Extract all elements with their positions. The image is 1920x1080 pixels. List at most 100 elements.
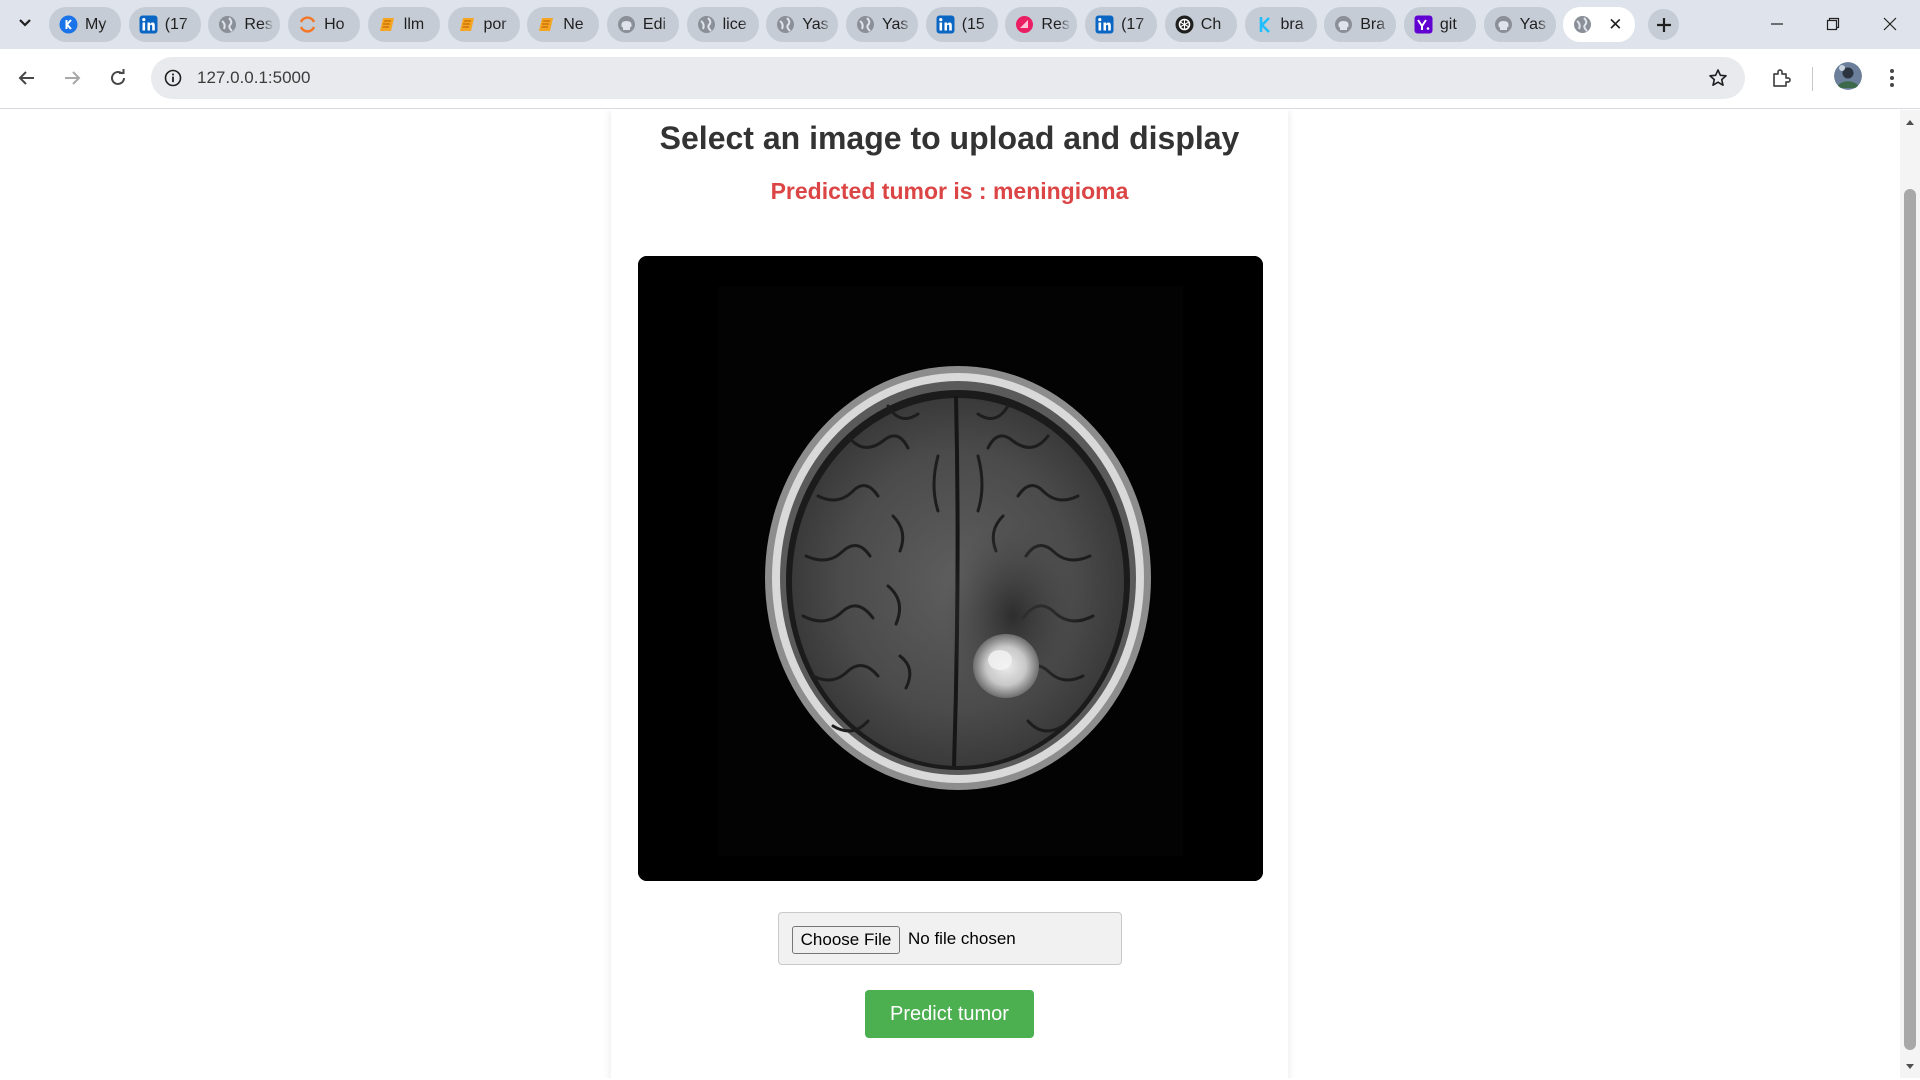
tab-title: git bbox=[1439, 15, 1457, 33]
puzzle-piece-icon bbox=[1773, 69, 1791, 87]
tab-title: bra bbox=[1280, 15, 1304, 33]
tab-title: llm bbox=[403, 15, 425, 33]
tab-title: (15 bbox=[961, 15, 985, 33]
new-tab-button[interactable] bbox=[1648, 9, 1679, 40]
choose-file-button[interactable]: Choose File bbox=[792, 926, 900, 954]
tab-title: Ch bbox=[1200, 15, 1222, 33]
toolbar-divider bbox=[1812, 67, 1813, 91]
globe-icon bbox=[1573, 15, 1592, 34]
page-scrollbar[interactable] bbox=[1900, 110, 1920, 1078]
browser-menu-button[interactable] bbox=[1876, 62, 1908, 94]
browser-tab[interactable]: llm bbox=[367, 7, 440, 42]
tab-strip: My (17 Res Ho llm por Ne Edi lice Yas Yas (15 Res (17… bbox=[0, 0, 1920, 49]
file-input[interactable]: Choose File No file chosen bbox=[778, 912, 1122, 965]
globe-icon bbox=[856, 15, 875, 34]
plus-icon bbox=[1656, 17, 1671, 32]
kaggle-icon bbox=[1255, 15, 1274, 34]
scroll-down-arrow[interactable] bbox=[1900, 1057, 1920, 1075]
upload-card: Select an image to upload and display Pr… bbox=[611, 110, 1288, 1078]
profile-avatar[interactable] bbox=[1834, 62, 1862, 90]
minimize-icon bbox=[1771, 23, 1783, 25]
restore-button[interactable] bbox=[1813, 10, 1853, 38]
browser-tab[interactable]: Yas bbox=[766, 7, 839, 42]
tab-title: Bra bbox=[1360, 15, 1386, 33]
orange-notebook-icon bbox=[378, 15, 397, 34]
arrow-right-icon bbox=[65, 71, 81, 85]
minimize-button[interactable] bbox=[1757, 10, 1797, 38]
address-bar[interactable]: 127.0.0.1:5000 bbox=[151, 57, 1745, 99]
blue-circle-k-icon bbox=[59, 15, 78, 34]
triangle-up-icon bbox=[1906, 119, 1914, 125]
tab-title: (17 bbox=[164, 15, 188, 33]
browser-tab[interactable]: (15 bbox=[925, 7, 998, 42]
tab-title: Ho bbox=[324, 15, 345, 33]
predict-tumor-button[interactable]: Predict tumor bbox=[865, 990, 1034, 1038]
close-window-button[interactable] bbox=[1870, 10, 1910, 38]
openai-icon bbox=[1175, 15, 1194, 34]
close-icon bbox=[1883, 17, 1897, 31]
restore-icon bbox=[1826, 17, 1840, 31]
browser-tab[interactable]: My bbox=[49, 7, 121, 42]
tab-title: (17 bbox=[1121, 15, 1145, 33]
orange-notebook-icon bbox=[458, 15, 477, 34]
tab-title: Ne bbox=[563, 15, 584, 33]
browser-tab[interactable]: Res bbox=[208, 7, 281, 42]
browser-tab[interactable]: Bra bbox=[1324, 7, 1397, 42]
browser-tab[interactable]: Yas bbox=[1483, 7, 1556, 42]
globe-icon bbox=[218, 15, 237, 34]
orange-notebook-icon bbox=[537, 15, 556, 34]
browser-tab[interactable]: Ne bbox=[527, 7, 600, 42]
reload-button[interactable] bbox=[103, 63, 133, 93]
site-info-icon[interactable] bbox=[163, 68, 183, 88]
prediction-result: Predicted tumor is : meningioma bbox=[770, 178, 1129, 204]
browser-tab[interactable]: Ho bbox=[288, 7, 361, 42]
browser-tab[interactable]: bra bbox=[1244, 7, 1317, 42]
browser-tab[interactable]: Edi bbox=[606, 7, 679, 42]
tab-title: por bbox=[483, 15, 507, 33]
tab-title: lice bbox=[722, 15, 747, 33]
brain-mri-image bbox=[638, 256, 1263, 881]
browser-tab[interactable]: Yas bbox=[846, 7, 918, 42]
page-title: Select an image to upload and display bbox=[659, 120, 1240, 156]
address-url[interactable]: 127.0.0.1:5000 bbox=[197, 68, 310, 88]
linkedin-icon bbox=[1095, 15, 1114, 34]
pink-logo-icon bbox=[1015, 15, 1034, 34]
browser-tab[interactable]: Ch bbox=[1164, 7, 1237, 42]
scroll-up-arrow[interactable] bbox=[1900, 113, 1920, 131]
scroll-thumb[interactable] bbox=[1904, 189, 1916, 1050]
tab-title: My bbox=[85, 15, 107, 33]
browser-tab[interactable]: (17 bbox=[1085, 7, 1158, 42]
globe-icon bbox=[697, 15, 716, 34]
browser-tab[interactable]: (17 bbox=[128, 7, 201, 42]
bookmark-star-icon[interactable] bbox=[1707, 67, 1729, 89]
github-icon bbox=[1494, 15, 1513, 34]
linkedin-icon bbox=[139, 15, 158, 34]
browser-toolbar: 127.0.0.1:5000 bbox=[0, 49, 1920, 109]
globe-icon bbox=[776, 15, 795, 34]
tab-close-icon[interactable]: ✕ bbox=[1608, 15, 1622, 35]
brain-mri-scan-icon bbox=[638, 256, 1263, 881]
forward-button[interactable] bbox=[57, 63, 87, 93]
back-button[interactable] bbox=[12, 63, 42, 93]
browser-tab[interactable]: Res bbox=[1005, 7, 1078, 42]
tab-title: Res bbox=[1041, 15, 1070, 33]
tab-title: Yas bbox=[802, 15, 829, 33]
github-icon bbox=[1334, 15, 1353, 34]
tab-title: Res bbox=[244, 15, 273, 33]
tab-search-button[interactable] bbox=[12, 10, 38, 36]
browser-tab[interactable]: por bbox=[447, 7, 520, 42]
yahoo-icon bbox=[1414, 15, 1433, 34]
avatar-icon bbox=[1834, 62, 1862, 90]
orange-arc-icon bbox=[298, 15, 317, 34]
linkedin-icon bbox=[936, 15, 955, 34]
tab-title: Yas bbox=[1519, 15, 1546, 33]
triangle-down-icon bbox=[1906, 1063, 1914, 1069]
extensions-button[interactable] bbox=[1765, 62, 1797, 94]
active-browser-tab[interactable]: ✕ bbox=[1563, 7, 1636, 42]
reload-icon bbox=[111, 69, 125, 85]
chevron-down-icon bbox=[19, 19, 31, 27]
browser-tab[interactable]: lice bbox=[686, 7, 759, 42]
file-status-text: No file chosen bbox=[908, 929, 1016, 948]
browser-tab[interactable]: git bbox=[1403, 7, 1476, 42]
tab-title: Edi bbox=[642, 15, 667, 33]
